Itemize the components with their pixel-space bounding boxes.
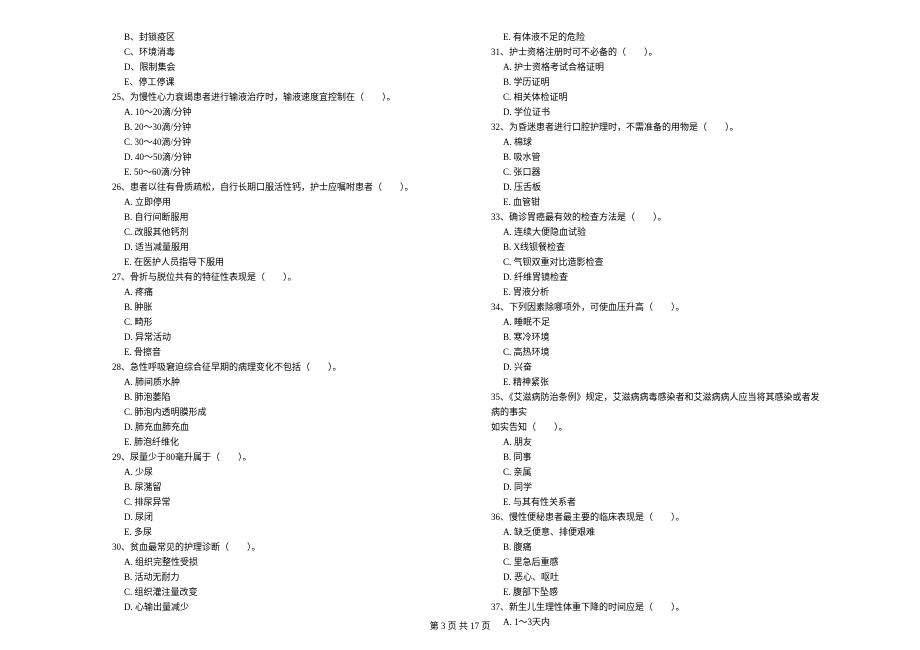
option: D、限制集会 bbox=[112, 60, 441, 75]
option: D. 压舌板 bbox=[491, 180, 820, 195]
option: C. 相关体检证明 bbox=[491, 90, 820, 105]
option: A. 护士资格考试合格证明 bbox=[491, 60, 820, 75]
option: E. 腹部下坠感 bbox=[491, 585, 820, 600]
option: B. 20～30滴/分钟 bbox=[112, 120, 441, 135]
option: A. 缺乏便意、排便艰难 bbox=[491, 525, 820, 540]
question-34: 34、下列因素除哪项外，可使血压升高（ ）。 bbox=[491, 300, 820, 315]
option: D. 同学 bbox=[491, 480, 820, 495]
option: B. 寒冷环境 bbox=[491, 330, 820, 345]
option: B. 吸水管 bbox=[491, 150, 820, 165]
option: A. 疼痛 bbox=[112, 285, 441, 300]
page-footer: 第 3 页 共 17 页 bbox=[0, 619, 920, 632]
option: B. 同事 bbox=[491, 450, 820, 465]
option: C. 亲属 bbox=[491, 465, 820, 480]
option: E. 多尿 bbox=[112, 525, 441, 540]
option: A. 立即停用 bbox=[112, 195, 441, 210]
option: E. 50～60滴/分钟 bbox=[112, 165, 441, 180]
question-36: 36、慢性便秘患者最主要的临床表现是（ ）。 bbox=[491, 510, 820, 525]
question-26: 26、患者以往有骨质疏松，自行长期口服活性钙，护士应嘱咐患者（ ）。 bbox=[112, 180, 441, 195]
option: C. 畸形 bbox=[112, 315, 441, 330]
option: A. 组织完整性受损 bbox=[112, 555, 441, 570]
question-35: 35、《艾滋病防治条例》规定，艾滋病病毒感染者和艾滋病病人应当将其感染或者发病的… bbox=[491, 390, 820, 420]
option: A. 棉球 bbox=[491, 135, 820, 150]
option: B. 肺泡萎陷 bbox=[112, 390, 441, 405]
option: B. 肿胀 bbox=[112, 300, 441, 315]
question-33: 33、确诊胃癌最有效的检查方法是（ ）。 bbox=[491, 210, 820, 225]
option: E. 在医护人员指导下服用 bbox=[112, 255, 441, 270]
option: D. 尿闭 bbox=[112, 510, 441, 525]
page-content: B、封锁疫区 C、环境消毒 D、限制集会 E、停工停课 25、为慢性心力衰竭患者… bbox=[0, 30, 920, 630]
option: B. 尿潴留 bbox=[112, 480, 441, 495]
option: C. 高热环境 bbox=[491, 345, 820, 360]
option: B. 学历证明 bbox=[491, 75, 820, 90]
option: C. 里急后重感 bbox=[491, 555, 820, 570]
question-29: 29、尿量少于80毫升属于（ ）。 bbox=[112, 450, 441, 465]
option: B. X线钡餐检查 bbox=[491, 240, 820, 255]
option: C. 气钡双重对比造影检查 bbox=[491, 255, 820, 270]
option: D. 心输出量减少 bbox=[112, 600, 441, 615]
option: D. 纤维胃镜检查 bbox=[491, 270, 820, 285]
option: D. 适当减量服用 bbox=[112, 240, 441, 255]
option: C. 张口器 bbox=[491, 165, 820, 180]
question-31: 31、护士资格注册时可不必备的（ ）。 bbox=[491, 45, 820, 60]
option: A. 连续大便隐血试验 bbox=[491, 225, 820, 240]
option: D. 异常活动 bbox=[112, 330, 441, 345]
option: E. 与其有性关系者 bbox=[491, 495, 820, 510]
question-30: 30、贫血最常见的护理诊断（ ）。 bbox=[112, 540, 441, 555]
question-27: 27、骨折与脱位共有的特征性表现是（ ）。 bbox=[112, 270, 441, 285]
option: C. 30～40滴/分钟 bbox=[112, 135, 441, 150]
option: D. 兴奋 bbox=[491, 360, 820, 375]
option: E. 血管钳 bbox=[491, 195, 820, 210]
question-32: 32、为昏迷患者进行口腔护理时，不需准备的用物是（ ）。 bbox=[491, 120, 820, 135]
option: C. 肺泡内透明膜形成 bbox=[112, 405, 441, 420]
option: B、封锁疫区 bbox=[112, 30, 441, 45]
option: E. 胃液分析 bbox=[491, 285, 820, 300]
left-column: B、封锁疫区 C、环境消毒 D、限制集会 E、停工停课 25、为慢性心力衰竭患者… bbox=[112, 30, 441, 630]
question-25: 25、为慢性心力衰竭患者进行输液治疗时，输液速度宜控制在（ ）。 bbox=[112, 90, 441, 105]
option: E. 肺泡纤维化 bbox=[112, 435, 441, 450]
option: A. 少尿 bbox=[112, 465, 441, 480]
option: D. 肺充血肺充血 bbox=[112, 420, 441, 435]
option: D. 学位证书 bbox=[491, 105, 820, 120]
option: C. 排尿异常 bbox=[112, 495, 441, 510]
option: E. 精神紧张 bbox=[491, 375, 820, 390]
option: A. 睡眠不足 bbox=[491, 315, 820, 330]
option: A. 朋友 bbox=[491, 435, 820, 450]
option: C、环境消毒 bbox=[112, 45, 441, 60]
question-35-cont: 如实告知（ ）。 bbox=[491, 420, 820, 435]
option: E. 有体液不足的危险 bbox=[491, 30, 820, 45]
option: E. 骨擦音 bbox=[112, 345, 441, 360]
option: A. 10～20滴/分钟 bbox=[112, 105, 441, 120]
right-column: E. 有体液不足的危险 31、护士资格注册时可不必备的（ ）。 A. 护士资格考… bbox=[491, 30, 820, 630]
option: B. 自行间断服用 bbox=[112, 210, 441, 225]
option: B. 腹痛 bbox=[491, 540, 820, 555]
option: D. 恶心、呕吐 bbox=[491, 570, 820, 585]
question-37: 37、新生儿生理性体重下降的时间应是（ ）。 bbox=[491, 600, 820, 615]
question-28: 28、急性呼吸窘迫综合征早期的病理变化不包括（ ）。 bbox=[112, 360, 441, 375]
option: E、停工停课 bbox=[112, 75, 441, 90]
option: C. 改服其他钙剂 bbox=[112, 225, 441, 240]
option: D. 40～50滴/分钟 bbox=[112, 150, 441, 165]
option: B. 活动无耐力 bbox=[112, 570, 441, 585]
option: C. 组织灌注量改变 bbox=[112, 585, 441, 600]
option: A. 肺间质水肿 bbox=[112, 375, 441, 390]
